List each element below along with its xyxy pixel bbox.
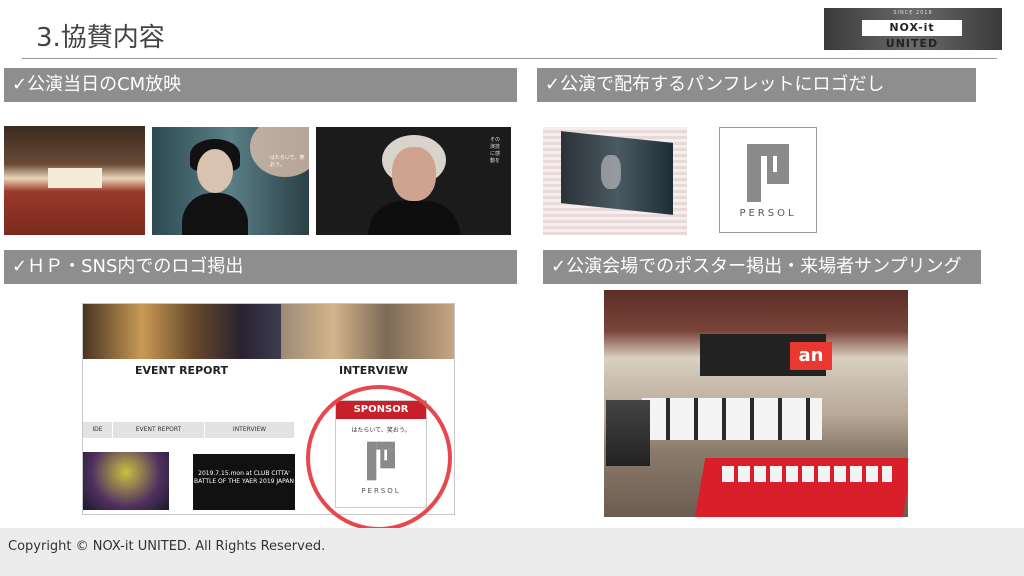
- highlight-circle: [306, 385, 452, 531]
- face-shape: [392, 147, 436, 201]
- an-logo: an: [790, 342, 832, 370]
- persol-mark-icon: [747, 144, 789, 202]
- venue-standee: [606, 400, 650, 466]
- venue-posters: [642, 398, 822, 440]
- pamphlet-photo: [543, 127, 687, 235]
- event-banner-text: 2019.7.15.mon at CLUB CITTA' BATTLE OF T…: [194, 470, 294, 485]
- nav-item-event-report: EVENT REPORT: [113, 422, 205, 438]
- background-face: [250, 127, 309, 177]
- website-event-banner: 2019.7.15.mon at CLUB CITTA' BATTLE OF T…: [193, 454, 295, 510]
- hall-stage: [48, 168, 102, 188]
- website-event-photo: [83, 304, 281, 359]
- event-report-heading: EVENT REPORT: [135, 364, 228, 377]
- copyright-text: Copyright © NOX-it UNITED. All Rights Re…: [8, 539, 326, 554]
- persol-wordmark: PERSOL: [739, 208, 797, 219]
- pamphlet-figure: [601, 155, 621, 189]
- venue-booth-photo: an: [604, 290, 908, 517]
- concert-hall-photo: [4, 126, 145, 235]
- cm-copy-text: はたらいて、笑おう。: [270, 155, 305, 168]
- face-shape: [197, 149, 233, 193]
- logo-name: NOX-it UNITED: [862, 20, 962, 50]
- nav-item-guide: IDE: [83, 422, 113, 438]
- nav-item-interview: INTERVIEW: [205, 422, 295, 438]
- website-live-photo: [83, 452, 169, 510]
- interview-heading: INTERVIEW: [339, 364, 409, 377]
- cm-vertical-copy: その演技に感動を: [490, 137, 501, 164]
- page-title: 3.協賛内容: [36, 23, 165, 53]
- sampling-leaflets: [722, 466, 892, 482]
- section-heading-poster: ✓公演会場でのポスター掲出・来場者サンプリング: [543, 250, 981, 284]
- footer: Copyright © NOX-it UNITED. All Rights Re…: [0, 528, 1024, 576]
- cm-still-woman-photo: はたらいて、笑おう。: [152, 127, 309, 235]
- website-nav-bar: IDE EVENT REPORT INTERVIEW: [83, 422, 295, 438]
- body-shape: [368, 201, 460, 235]
- body-shape: [182, 193, 248, 235]
- persol-logo-card: PERSOL: [719, 127, 817, 233]
- section-heading-pamphlet: ✓公演で配布するパンフレットにロゴだし: [537, 68, 976, 102]
- section-heading-cm: ✓公演当日のCM放映: [4, 68, 517, 102]
- cm-still-senior-woman-photo: その演技に感動を: [316, 127, 511, 235]
- section-heading-hp-sns: ✓ＨＰ・SNS内でのロゴ掲出: [4, 250, 517, 284]
- logo-tagline-top: SINCE 2018: [893, 10, 933, 16]
- website-interview-photo: [281, 304, 454, 359]
- title-divider: [22, 58, 997, 59]
- brand-logo: SINCE 2018 NOX-it UNITED: [824, 8, 1002, 50]
